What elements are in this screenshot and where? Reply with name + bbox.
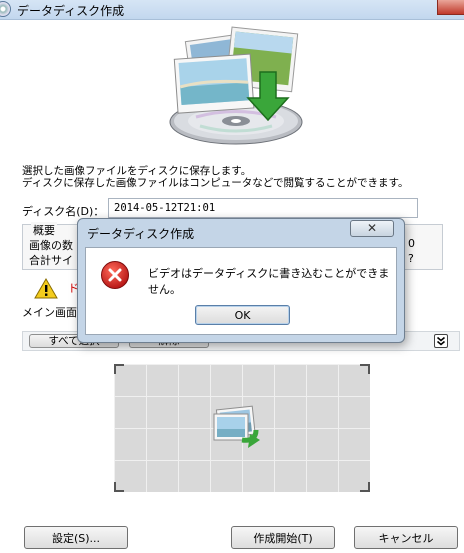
double-chevron-down-icon bbox=[436, 336, 446, 346]
description-line-1: 選択した画像ファイルをディスクに保存します。 bbox=[22, 165, 252, 177]
disc-name-label: ディスク名(D)： bbox=[22, 205, 105, 218]
settings-button[interactable]: 設定(S)... bbox=[24, 526, 128, 549]
image-count-label: 画像の数 bbox=[29, 239, 73, 252]
crop-corner-bottom-left bbox=[114, 482, 124, 492]
title-bar: データディスク作成 bbox=[0, 0, 464, 20]
crop-corner-bottom-right bbox=[360, 482, 370, 492]
image-preview-area[interactable] bbox=[114, 364, 370, 492]
ok-button[interactable]: OK bbox=[195, 305, 290, 325]
dialog-message: ビデオはデータディスクに書き込むことができません。 bbox=[148, 267, 390, 296]
description-text: 選択した画像ファイルをディスクに保存します。 ディスクに保存した画像ファイルはコ… bbox=[22, 165, 409, 189]
dialog-body: ビデオはデータディスクに書き込むことができません。 OK bbox=[85, 247, 397, 335]
window-close-button[interactable] bbox=[437, 0, 464, 15]
total-size-value: ? bbox=[408, 252, 414, 265]
disc-app-icon bbox=[0, 1, 11, 17]
error-icon bbox=[101, 261, 129, 289]
expand-button[interactable] bbox=[434, 334, 448, 348]
photo-rotate-icon bbox=[213, 405, 260, 448]
warning-triangle-icon bbox=[34, 278, 58, 299]
dialog-close-button[interactable]: ✕ bbox=[350, 220, 394, 237]
disc-photos-illustration-icon bbox=[169, 26, 303, 145]
start-creation-button[interactable]: 作成開始(T) bbox=[231, 526, 335, 549]
error-dialog: データディスク作成 ✕ ビデオはデータディスクに書き込むことができません。 OK bbox=[77, 218, 405, 343]
disc-name-input[interactable] bbox=[108, 198, 418, 218]
crop-corner-top-left bbox=[114, 364, 124, 374]
overview-heading: 概要 bbox=[31, 222, 57, 238]
description-line-2: ディスクに保存した画像ファイルはコンピュータなどで閲覧することができます。 bbox=[22, 177, 409, 189]
dialog-title: データディスク作成 bbox=[87, 227, 195, 241]
image-count-value: 0 bbox=[408, 237, 415, 250]
total-size-label: 合計サイ bbox=[29, 254, 73, 267]
crop-corner-top-right bbox=[360, 364, 370, 374]
window-title: データディスク作成 bbox=[17, 4, 125, 18]
cancel-button[interactable]: キャンセル bbox=[354, 526, 458, 549]
